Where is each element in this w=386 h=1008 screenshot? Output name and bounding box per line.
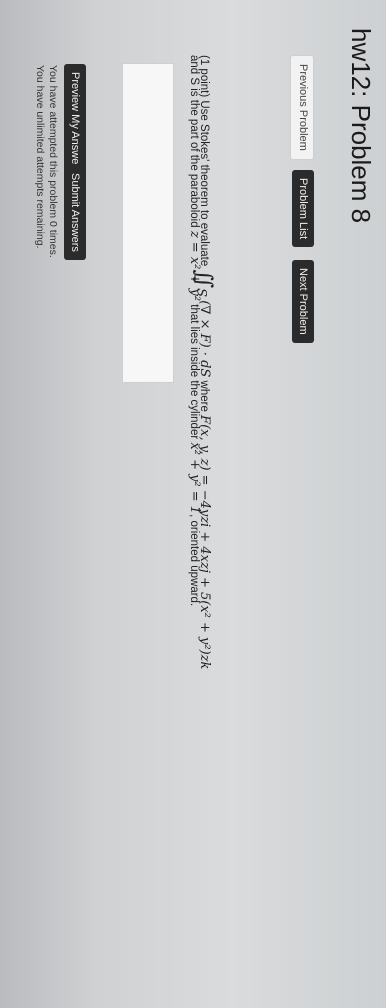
preview-answers-button[interactable]: Preview My Answers [64, 64, 86, 182]
problem-list-button[interactable]: Problem List [292, 170, 314, 248]
attempts-text: You have attempted this problem 0 times. [47, 65, 59, 258]
cylinder-equation: x² + y² = 1 [187, 442, 202, 515]
previous-problem-button[interactable]: Previous Problem [290, 55, 314, 160]
problem-statement-line2: and S is the part of the paraboloid z = … [187, 55, 202, 606]
rotated-page: hw12: Problem 8 Previous Problem Problem… [0, 0, 386, 1008]
page-title: hw12: Problem 8 [346, 28, 376, 224]
surface-prefix: and S is the part of the paraboloid [188, 55, 200, 228]
next-problem-button[interactable]: Next Problem [292, 260, 314, 343]
submit-answers-button[interactable]: Submit Answers [64, 165, 86, 260]
answer-input[interactable] [122, 63, 174, 383]
surface-suffix: , oriented upward. [188, 514, 200, 607]
remaining-attempts-text: You have unlimited attempts remaining. [34, 65, 46, 249]
surface-mid: that lies inside the cylinder [188, 304, 200, 440]
paraboloid-equation: z = x² + y² [187, 230, 202, 302]
